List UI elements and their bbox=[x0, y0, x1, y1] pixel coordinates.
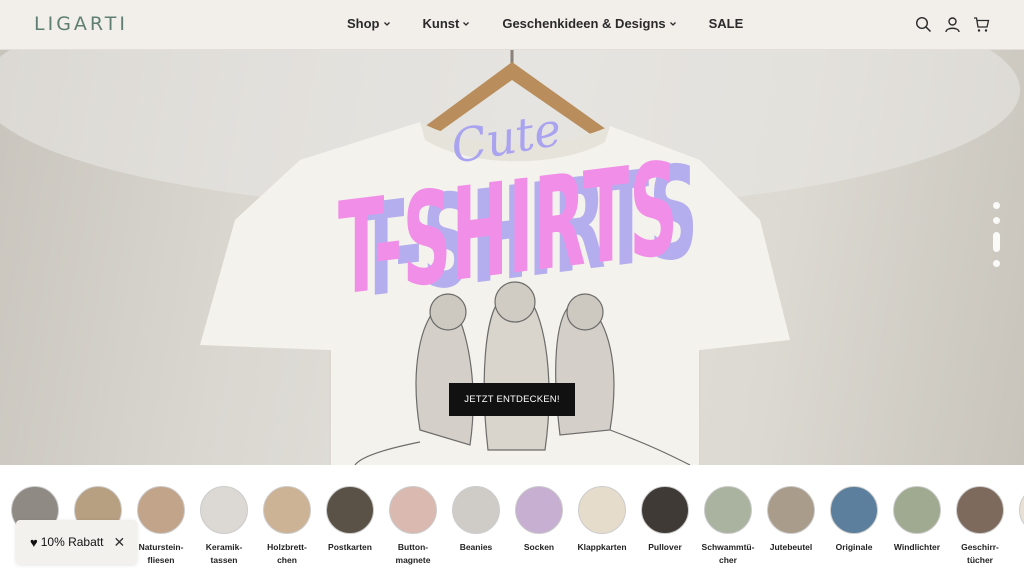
category-thumbnail bbox=[137, 486, 185, 534]
category-strip: Naturstein- fliesen Keramik- tassen Holzbr… bbox=[0, 465, 1024, 577]
category-item[interactable]: Kun bbox=[1008, 486, 1024, 554]
category-item[interactable]: Pullover bbox=[630, 486, 700, 554]
category-thumbnail bbox=[200, 486, 248, 534]
heart-icon: ♥ bbox=[30, 534, 38, 550]
category-label: Beanies bbox=[459, 542, 493, 552]
nav-label: Shop bbox=[347, 16, 380, 31]
category-thumbnail bbox=[956, 486, 1004, 534]
category-label: Keramik- tassen bbox=[205, 542, 243, 565]
category-label: Kun bbox=[1008, 541, 1024, 554]
category-thumbnail bbox=[578, 486, 626, 534]
main-nav: Shop Kunst Geschenkideen & Designs SALE bbox=[347, 16, 743, 31]
nav-shop[interactable]: Shop bbox=[347, 16, 391, 31]
search-icon[interactable] bbox=[915, 16, 932, 33]
nav-geschenkideen[interactable]: Geschenkideen & Designs bbox=[502, 16, 676, 31]
discount-popup[interactable]: ♥ 10% Rabatt ✕ bbox=[16, 520, 137, 564]
category-item[interactable]: Klappkarten bbox=[567, 486, 637, 554]
category-item[interactable]: Schwammtü- cher bbox=[693, 486, 763, 567]
category-thumbnail bbox=[326, 486, 374, 534]
nav-sale[interactable]: SALE bbox=[709, 16, 744, 31]
category-thumbnail bbox=[704, 486, 752, 534]
nav-label: SALE bbox=[708, 16, 744, 31]
header-icons bbox=[915, 16, 990, 33]
category-item[interactable]: Button- magnete bbox=[378, 486, 448, 567]
slide-dot-active[interactable] bbox=[993, 232, 1000, 252]
category-item[interactable]: Keramik- tassen bbox=[189, 486, 259, 567]
close-icon[interactable]: ✕ bbox=[113, 534, 125, 551]
category-thumbnail bbox=[893, 486, 941, 534]
nav-label: Geschenkideen & Designs bbox=[502, 16, 666, 31]
category-thumbnail bbox=[389, 486, 437, 534]
category-label: Pullover bbox=[648, 542, 682, 552]
category-label: Socken bbox=[523, 542, 555, 552]
category-item[interactable]: Jutebeutel bbox=[756, 486, 826, 554]
category-label: Klappkarten bbox=[577, 542, 627, 552]
category-thumbnail bbox=[263, 486, 311, 534]
category-label: Schwammtü- cher bbox=[701, 542, 755, 565]
category-label: Originale bbox=[835, 542, 873, 552]
category-label: Holzbrett- chen bbox=[267, 542, 307, 565]
category-thumbnail bbox=[641, 486, 689, 534]
account-icon[interactable] bbox=[944, 16, 961, 33]
site-header: LIGARTI Shop Kunst Geschenkideen & Desig… bbox=[0, 0, 1024, 50]
nav-kunst[interactable]: Kunst bbox=[423, 16, 471, 31]
chevron-down-icon bbox=[669, 21, 676, 26]
category-item[interactable]: Beanies bbox=[441, 486, 511, 554]
category-item[interactable]: Originale bbox=[819, 486, 889, 554]
slide-dot[interactable] bbox=[993, 217, 1000, 224]
category-label: Jutebeutel bbox=[769, 542, 813, 552]
discover-button[interactable]: JETZT ENTDECKEN! bbox=[449, 383, 575, 416]
hero-banner[interactable]: T-SHIRTS T-SHIRTS Cute JETZT ENTDECKEN! bbox=[0, 50, 1024, 465]
chevron-down-icon bbox=[383, 21, 390, 26]
slide-dot[interactable] bbox=[993, 260, 1000, 267]
category-thumbnail bbox=[452, 486, 500, 534]
discount-label: 10% Rabatt bbox=[40, 535, 104, 549]
category-label: Geschirr- tücher bbox=[961, 542, 999, 565]
category-item[interactable]: Holzbrett- chen bbox=[252, 486, 322, 567]
chevron-down-icon bbox=[463, 21, 470, 26]
category-thumbnail bbox=[767, 486, 815, 534]
category-label: Windlichter bbox=[893, 542, 941, 552]
logo[interactable]: LIGARTI bbox=[34, 13, 128, 35]
category-item[interactable]: Postkarten bbox=[315, 486, 385, 554]
category-label: Button- magnete bbox=[395, 542, 431, 565]
category-thumbnail bbox=[1019, 486, 1024, 534]
category-thumbnail bbox=[515, 486, 563, 534]
category-thumbnail bbox=[830, 486, 878, 534]
category-label: Postkarten bbox=[328, 542, 372, 552]
slide-dot[interactable] bbox=[993, 202, 1000, 209]
cart-icon[interactable] bbox=[973, 16, 990, 33]
slide-indicators bbox=[993, 202, 1001, 275]
category-item[interactable]: Socken bbox=[504, 486, 574, 554]
nav-label: Kunst bbox=[422, 16, 460, 31]
category-item[interactable]: Windlichter bbox=[882, 486, 952, 554]
category-item[interactable]: Geschirr- tücher bbox=[945, 486, 1015, 567]
